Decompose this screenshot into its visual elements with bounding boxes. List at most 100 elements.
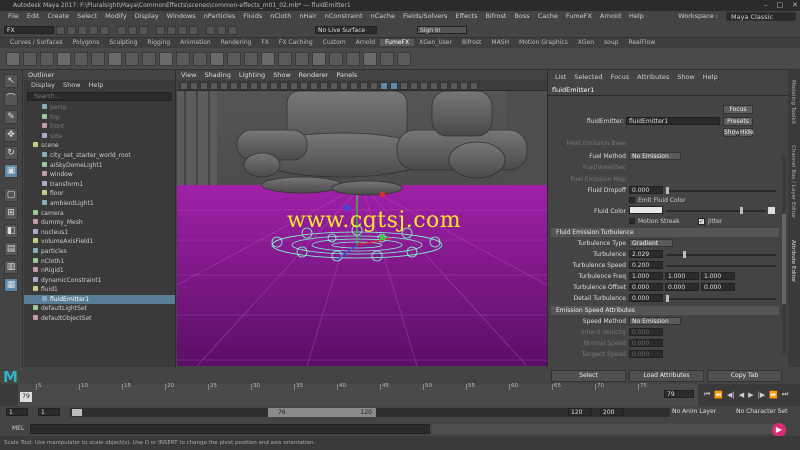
viewport-tool-icon[interactable] <box>280 81 288 90</box>
menu-nparticles[interactable]: nParticles <box>200 12 240 20</box>
menu-windows[interactable]: Windows <box>163 12 200 20</box>
outliner-item[interactable]: nCloth1 <box>24 257 175 267</box>
menu-modify[interactable]: Modify <box>101 12 131 20</box>
minimize-icon[interactable]: – <box>764 0 768 11</box>
menu-boss[interactable]: Boss <box>510 12 533 20</box>
layout-single-icon[interactable]: ▢ <box>4 188 18 202</box>
viewport-tool-icon[interactable] <box>340 81 348 90</box>
paint-select-icon[interactable]: ✎ <box>4 110 18 124</box>
shelf-tab-motion-graphics[interactable]: Motion Graphics <box>514 39 573 46</box>
viewport-tool-icon[interactable] <box>240 81 248 90</box>
outliner-item[interactable]: defaultObjectSet <box>24 314 175 324</box>
shelf-tool-icon[interactable] <box>244 52 258 66</box>
outliner-menu-help[interactable]: Help <box>85 81 108 89</box>
sign-in-button[interactable]: Sign In <box>417 26 467 34</box>
menu-ncloth[interactable]: nCloth <box>266 12 295 20</box>
layout-side-icon[interactable]: ◧ <box>4 224 18 238</box>
menu-ncache[interactable]: nCache <box>367 12 399 20</box>
scale-tool-icon[interactable]: ▣ <box>4 164 18 178</box>
attr-menu-selected[interactable]: Selected <box>570 73 606 81</box>
anim-layer-dropdown[interactable]: No Anim Layer <box>670 408 722 416</box>
viewport-tool-icon[interactable] <box>450 81 458 90</box>
viewport-tool-icon[interactable] <box>310 81 318 90</box>
shelf-tool-icon[interactable] <box>23 52 37 66</box>
turbulence-freq-z[interactable]: 1.000 <box>701 272 735 280</box>
turbulence-freq-y[interactable]: 1.000 <box>665 272 699 280</box>
select-hierarchy-icon[interactable] <box>117 25 126 35</box>
show-button[interactable]: Show <box>723 128 740 137</box>
fluid-color-swatch[interactable] <box>629 206 663 214</box>
outliner-item[interactable]: front <box>24 122 175 132</box>
attribute-scrollbar-thumb[interactable] <box>782 214 786 304</box>
viewport-tool-icon[interactable] <box>420 81 428 90</box>
mel-input[interactable] <box>30 424 430 434</box>
menu-cache[interactable]: Cache <box>534 12 562 20</box>
outliner-item[interactable]: particles <box>24 247 175 257</box>
close-icon[interactable]: ✕ <box>792 0 798 11</box>
shelf-tab-animation[interactable]: Animation <box>175 39 216 46</box>
viewport-menu-shading[interactable]: Shading <box>200 71 234 79</box>
shelf-tool-icon[interactable] <box>159 52 173 66</box>
step-forward-icon[interactable]: ⏩ <box>769 391 778 399</box>
viewport-menu-renderer[interactable]: Renderer <box>295 71 333 79</box>
outliner-item[interactable]: volumeAxisField1 <box>24 237 175 247</box>
attr-menu-show[interactable]: Show <box>673 73 699 81</box>
menu-select[interactable]: Select <box>73 12 101 20</box>
time-ruler[interactable]: 5 10 15 20 25 30 35 40 45 50 55 60 65 70 75 <box>18 383 698 406</box>
viewport-tool-icon[interactable] <box>300 81 308 90</box>
tab-fluid-emitter[interactable]: fluidEmitter1 <box>548 84 800 96</box>
viewport-tool-icon[interactable] <box>360 81 368 90</box>
jitter-checkbox[interactable]: ✓ <box>698 218 705 225</box>
focus-button[interactable]: Focus <box>723 105 753 114</box>
outliner-item[interactable]: dummy_Mesh <box>24 218 175 228</box>
outliner-item[interactable]: nucleus1 <box>24 228 175 238</box>
viewport-panel[interactable]: View Shading Lighting Show Renderer Panels ww… <box>177 70 547 366</box>
step-back-icon[interactable]: ⏪ <box>714 391 723 399</box>
shelf-tab-curves-surfaces[interactable]: Curves / Surfaces <box>5 39 68 46</box>
outliner-menu-display[interactable]: Display <box>27 81 59 89</box>
lasso-tool-icon[interactable]: ⌒ <box>4 92 18 106</box>
outliner-item[interactable]: ambientLight1 <box>24 199 175 209</box>
menu-file[interactable]: File <box>4 12 23 20</box>
character-set-dropdown[interactable]: No Character Set <box>734 408 790 416</box>
turbulence-type-dropdown[interactable]: Gradient <box>629 239 673 247</box>
attr-menu-help[interactable]: Help <box>699 73 722 81</box>
motion-streak-checkbox[interactable] <box>629 218 635 224</box>
turbulence-offset-z[interactable]: 0.000 <box>701 283 735 291</box>
viewport-tool-icon[interactable] <box>320 81 328 90</box>
current-frame-marker[interactable]: 79 <box>20 392 32 402</box>
animation-end-field[interactable]: 200 <box>600 408 624 416</box>
go-to-end-icon[interactable]: ⏭ <box>782 390 788 399</box>
tab-attribute-editor[interactable]: Attribute Editor <box>790 240 796 282</box>
shelf-tool-icon[interactable] <box>125 52 139 66</box>
start-frame-field[interactable]: 1 <box>6 408 28 416</box>
shelf-tool-icon[interactable] <box>57 52 71 66</box>
outliner-item[interactable]: nRigid1 <box>24 266 175 276</box>
shelf-tool-icon[interactable] <box>261 52 275 66</box>
fuel-method-dropdown[interactable]: No Emission <box>629 152 681 160</box>
attr-menu-focus[interactable]: Focus <box>607 73 634 81</box>
hide-button[interactable]: Hide <box>739 128 754 137</box>
menu-display[interactable]: Display <box>131 12 163 20</box>
layout-outliner-icon[interactable]: ▤ <box>4 242 18 256</box>
open-scene-icon[interactable] <box>67 25 76 35</box>
viewport-tool-icon[interactable] <box>180 81 188 90</box>
turbulence-knob[interactable] <box>683 251 686 258</box>
viewport-tool-icon[interactable] <box>290 81 298 90</box>
outliner-item[interactable]: side <box>24 132 175 142</box>
speed-method-dropdown[interactable]: No Emission <box>629 317 681 325</box>
viewport-tool-icon[interactable] <box>390 81 398 90</box>
outliner-item[interactable]: top <box>24 113 175 123</box>
menu-fields-solvers[interactable]: Fields/Solvers <box>399 12 451 20</box>
snap-curve-icon[interactable] <box>167 25 176 35</box>
shelf-tool-icon[interactable] <box>210 52 224 66</box>
time-slider[interactable]: 5 10 15 20 25 30 35 40 45 50 55 60 65 70 75 79 79 ⏮ ⏪ … <box>0 383 800 406</box>
viewport-tool-icon[interactable] <box>330 81 338 90</box>
viewport-tool-icon[interactable] <box>190 81 198 90</box>
playback-start-field[interactable]: 1 <box>38 408 60 416</box>
shelf-tab-custom[interactable]: Custom <box>318 39 351 46</box>
shelf-tool-icon[interactable] <box>380 52 394 66</box>
range-slider-bar[interactable]: 76 120 <box>268 408 376 417</box>
section-speed-header[interactable]: Emission Speed Attributes <box>551 306 779 315</box>
outliner-item[interactable]: city_set_starter_world_root <box>24 151 175 161</box>
